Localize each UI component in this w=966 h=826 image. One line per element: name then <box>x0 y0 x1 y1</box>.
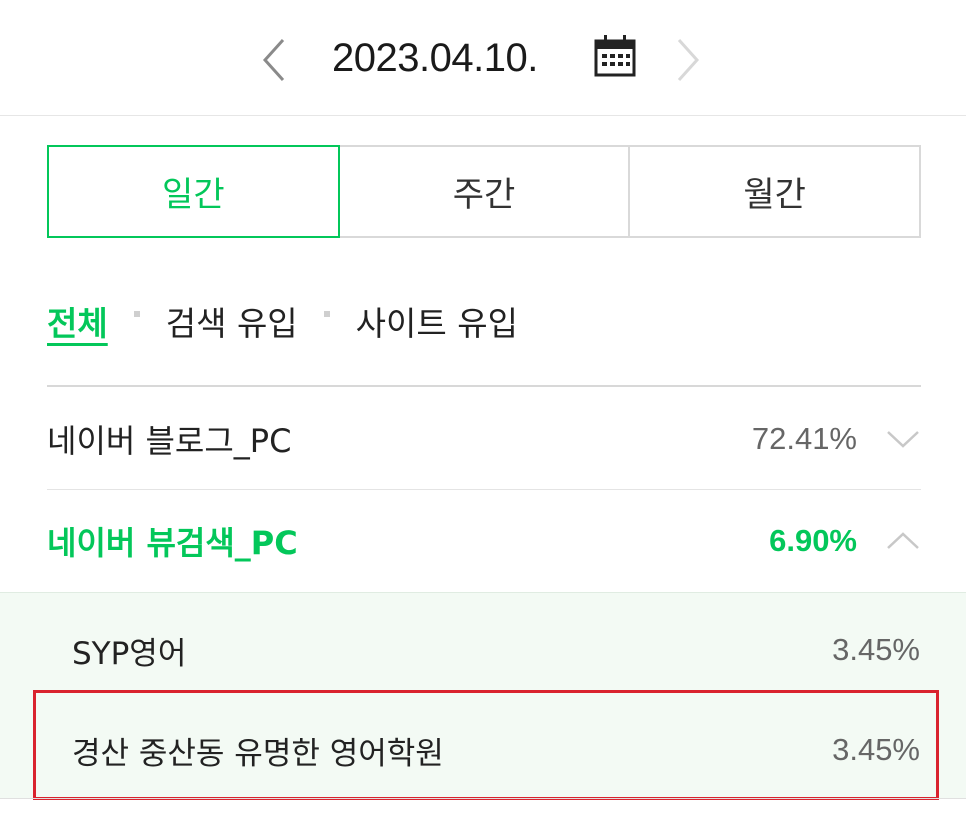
chevron-up-icon[interactable] <box>885 526 921 556</box>
source-name: 네이버 블로그_PC <box>47 421 292 460</box>
tab-weekly[interactable]: 주간 <box>337 145 631 238</box>
source-percent: 6.90% <box>769 523 857 558</box>
highlight-box <box>33 690 939 800</box>
filter-site[interactable]: 사이트 유입 <box>356 297 518 345</box>
source-row-view-search-pc[interactable]: 네이버 뷰검색_PC 6.90% <box>47 490 921 592</box>
keyword-percent: 3.45% <box>832 632 920 667</box>
calendar-icon[interactable] <box>593 34 637 82</box>
source-percent: 72.41% <box>751 420 857 456</box>
list-divider <box>47 385 921 387</box>
separator-dot <box>133 311 140 317</box>
tab-daily[interactable]: 일간 <box>47 145 340 238</box>
chevron-right-icon[interactable] <box>668 38 708 82</box>
period-tabs: 일간 주간 월간 <box>47 145 922 238</box>
filter-search[interactable]: 검색 유입 <box>166 297 298 345</box>
keyword-row: SYP영어 3.45% <box>72 615 920 685</box>
date-navigator: 2023.04.10. <box>0 0 966 116</box>
inflow-filter: 전체 검색 유입 사이트 유입 <box>47 296 518 346</box>
chevron-down-icon[interactable] <box>885 424 921 454</box>
chevron-left-icon[interactable] <box>254 38 294 82</box>
source-name: 네이버 뷰검색_PC <box>47 524 298 562</box>
keyword-name: SYP영어 <box>72 635 187 672</box>
separator-dot <box>323 311 330 317</box>
current-date[interactable]: 2023.04.10. <box>332 36 538 81</box>
filter-all[interactable]: 전체 <box>47 297 108 345</box>
source-row-blog-pc[interactable]: 네이버 블로그_PC 72.41% <box>47 388 921 490</box>
tab-monthly[interactable]: 월간 <box>628 145 922 238</box>
bottom-divider <box>0 798 966 799</box>
